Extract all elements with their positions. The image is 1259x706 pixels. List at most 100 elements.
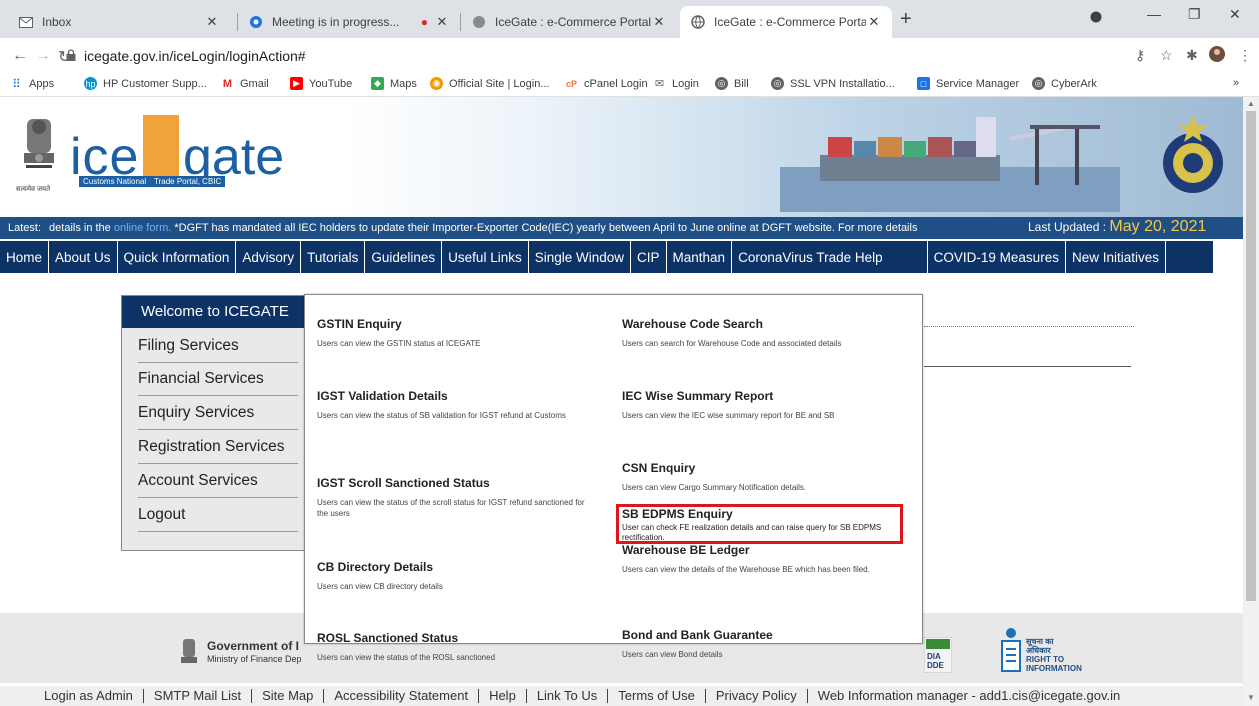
- bookmark-login[interactable]: ✉ Login: [653, 77, 699, 90]
- nav-quick-information[interactable]: Quick Information: [118, 241, 237, 273]
- icegate-icon: [471, 14, 487, 30]
- menu-financial-services[interactable]: Financial Services: [138, 363, 298, 396]
- tab-meeting[interactable]: Meeting is in progress... ● ✕: [238, 6, 460, 38]
- tab-inbox[interactable]: Inbox ✕: [8, 6, 230, 38]
- menu-csn-enquiry[interactable]: CSN Enquiry Users can view Cargo Summary…: [622, 461, 912, 493]
- footer-link-web-information-manager[interactable]: Web Information manager - add1.cis@icega…: [808, 689, 1131, 703]
- nav-advisory[interactable]: Advisory: [236, 241, 302, 273]
- extensions-icon[interactable]: ✱: [1186, 47, 1198, 64]
- bookmark-hp[interactable]: hp HP Customer Supp...: [84, 77, 207, 90]
- menu-enquiry-services[interactable]: Enquiry Services: [138, 397, 298, 430]
- kebab-menu-icon[interactable]: ⋮: [1238, 47, 1252, 64]
- forward-button[interactable]: →: [35, 47, 51, 65]
- last-updated: Last Updated : May 20, 2021: [1028, 218, 1207, 235]
- footer-link-link-to-us[interactable]: Link To Us: [527, 689, 609, 703]
- bookmark-service-manager[interactable]: □ Service Manager: [917, 77, 1019, 90]
- menu-bond-and-bank-guarantee[interactable]: Bond and Bank Guarantee Users can view B…: [622, 628, 912, 660]
- nav-guidelines[interactable]: Guidelines: [365, 241, 443, 273]
- bookmarks-overflow-button[interactable]: »: [1233, 77, 1239, 89]
- nav-useful-links[interactable]: Useful Links: [442, 241, 529, 273]
- menu-rosl-sanctioned-status[interactable]: ROSL Sanctioned Status Users can view th…: [317, 631, 587, 663]
- gmail-icon: M: [221, 77, 234, 90]
- menu-warehouse-code-search[interactable]: Warehouse Code Search Users can search f…: [622, 317, 912, 349]
- menu-gstin-enquiry[interactable]: GSTIN Enquiry Users can view the GSTIN s…: [317, 317, 587, 349]
- close-tab-icon[interactable]: ✕: [866, 14, 882, 30]
- nav-tutorials[interactable]: Tutorials: [301, 241, 366, 273]
- scroll-up-icon[interactable]: ▲: [1247, 99, 1255, 108]
- tab-title: Meeting is in progress...: [272, 15, 400, 29]
- key-icon[interactable]: ⚷: [1135, 47, 1145, 64]
- ticker-online-form-link[interactable]: online form.: [114, 222, 171, 234]
- nav-about-us[interactable]: About Us: [49, 241, 118, 273]
- tab-icegate-1[interactable]: IceGate : e-Commerce Portal of C ✕: [461, 6, 677, 38]
- bookmark-maps[interactable]: ◆ Maps: [371, 77, 417, 90]
- close-tab-icon[interactable]: ✕: [434, 14, 450, 30]
- header-banner: सत्यमेव जयते ice gate Customs National T…: [0, 97, 1243, 217]
- close-window-button[interactable]: ✕: [1229, 6, 1241, 23]
- star-icon[interactable]: ☆: [1160, 47, 1173, 64]
- bookmark-bill[interactable]: ◎ Bill: [715, 77, 749, 90]
- footer-link-accessibility-statement[interactable]: Accessibility Statement: [324, 689, 480, 703]
- menu-igst-scroll-sanctioned-status[interactable]: IGST Scroll Sanctioned Status Users can …: [317, 476, 585, 519]
- recording-icon: ●: [420, 15, 428, 29]
- browser-tab-bar: Inbox ✕ Meeting is in progress... ● ✕ Ic…: [0, 0, 1259, 38]
- footer-link-login-as-admin[interactable]: Login as Admin: [0, 689, 144, 703]
- footer-link-terms-of-use[interactable]: Terms of Use: [608, 689, 706, 703]
- lock-icon: [66, 49, 76, 61]
- nav-coronavirus-trade-help[interactable]: CoronaVirus Trade Help: [732, 241, 928, 273]
- minimize-button[interactable]: —: [1147, 6, 1161, 22]
- menu-warehouse-be-ledger[interactable]: Warehouse BE Ledger Users can view the d…: [622, 543, 912, 575]
- menu-cb-directory-details[interactable]: CB Directory Details Users can view CB d…: [317, 560, 587, 592]
- footer-link-smtp-mail-list[interactable]: SMTP Mail List: [144, 689, 253, 703]
- scroll-down-icon[interactable]: ▼: [1247, 693, 1255, 702]
- back-button[interactable]: ←: [12, 47, 28, 65]
- close-tab-icon[interactable]: ✕: [204, 14, 220, 30]
- menu-igst-validation-details[interactable]: IGST Validation Details Users can view t…: [317, 389, 587, 421]
- bookmark-gmail[interactable]: M Gmail: [221, 77, 269, 90]
- cpanel-icon: cP: [565, 77, 578, 90]
- nav-single-window[interactable]: Single Window: [529, 241, 632, 273]
- menu-account-services[interactable]: Account Services: [138, 465, 298, 498]
- nav-covid19-measures[interactable]: COVID-19 Measures: [928, 241, 1066, 273]
- scroll-thumb[interactable]: [1246, 111, 1256, 601]
- new-tab-button[interactable]: +: [900, 8, 912, 31]
- menu-registration-services[interactable]: Registration Services: [138, 431, 298, 464]
- footer-link-help[interactable]: Help: [479, 689, 527, 703]
- welcome-title: Welcome to ICEGATE: [122, 296, 306, 328]
- nav-manthan[interactable]: Manthan: [667, 241, 733, 273]
- menu-logout[interactable]: Logout: [138, 499, 298, 532]
- bookmark-ssl-vpn[interactable]: ◎ SSL VPN Installatio...: [771, 77, 895, 90]
- nav-cip[interactable]: CIP: [631, 241, 667, 273]
- nav-new-initiatives[interactable]: New Initiatives: [1066, 241, 1166, 273]
- bookmark-apps[interactable]: ⠿ Apps: [10, 77, 54, 91]
- nav-home[interactable]: Home: [0, 241, 50, 273]
- bookmark-cpanel[interactable]: cP cPanel Login: [565, 77, 648, 90]
- menu-iec-wise-summary-report[interactable]: IEC Wise Summary Report Users can view t…: [622, 389, 912, 421]
- url-field[interactable]: icegate.gov.in/iceLogin/loginAction#: [84, 48, 306, 64]
- logo-subtitle-2: Trade Portal, CBIC: [150, 176, 226, 187]
- globe-icon: ◎: [771, 77, 784, 90]
- gov-subtitle: Ministry of Finance Dep: [207, 654, 302, 664]
- footer-link-privacy-policy[interactable]: Privacy Policy: [706, 689, 808, 703]
- avatar[interactable]: [1208, 45, 1226, 66]
- page-scrollbar[interactable]: ▲ ▼: [1243, 97, 1259, 706]
- rti-logo-icon: [1001, 628, 1021, 672]
- tab-icegate-active[interactable]: IceGate : e-Commerce Portal of C ✕: [680, 6, 892, 38]
- tab-title: IceGate : e-Commerce Portal of C: [495, 15, 651, 29]
- bookmark-youtube[interactable]: ▶ YouTube: [290, 77, 352, 90]
- bookmark-official-site[interactable]: ◉ Official Site | Login...: [430, 77, 549, 90]
- globe-icon: ◎: [1032, 77, 1045, 90]
- last-updated-date: May 20, 2021: [1109, 218, 1207, 235]
- maps-icon: ◆: [371, 77, 384, 90]
- profile-dot-icon[interactable]: [1090, 10, 1102, 26]
- divider: [924, 366, 1131, 367]
- close-tab-icon[interactable]: ✕: [651, 14, 667, 30]
- bookmark-cyberark[interactable]: ◎ CyberArk: [1032, 77, 1097, 90]
- footer-link-site-map[interactable]: Site Map: [252, 689, 325, 703]
- maximize-button[interactable]: ❐: [1188, 6, 1201, 23]
- divider: [924, 326, 1134, 327]
- gov-emblem-icon: [181, 639, 197, 663]
- hp-icon: hp: [84, 77, 97, 90]
- emblem-caption: सत्यमेव जयते: [16, 186, 51, 193]
- menu-filing-services[interactable]: Filing Services: [138, 330, 298, 363]
